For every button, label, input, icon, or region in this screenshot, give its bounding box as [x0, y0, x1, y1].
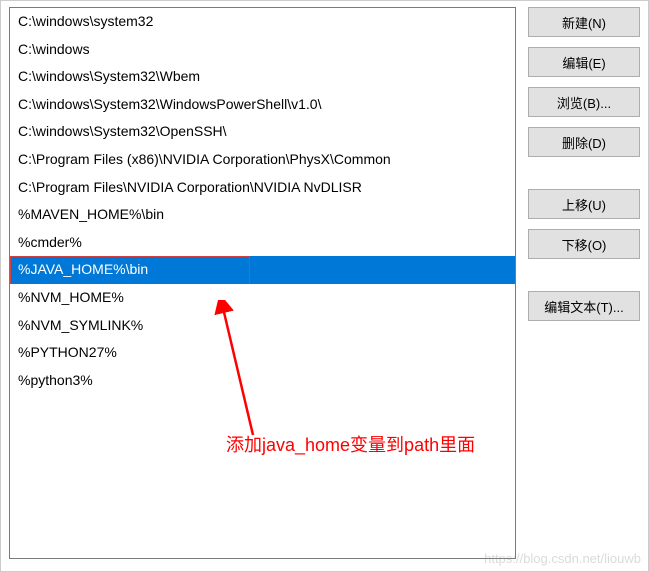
list-item[interactable]: C:\windows	[10, 36, 515, 64]
button-label: 上移(U)	[562, 198, 606, 213]
list-item[interactable]: %PYTHON27%	[10, 339, 515, 367]
button-label: 浏览(B)...	[557, 96, 611, 111]
button-column: 新建(N) 编辑(E) 浏览(B)... 删除(D) 上移(U) 下移(O) 编…	[528, 7, 640, 565]
list-item-selected[interactable]: %JAVA_HOME%\bin	[10, 256, 515, 284]
button-label: 下移(O)	[562, 238, 607, 253]
moveup-button[interactable]: 上移(U)	[528, 189, 640, 219]
new-button[interactable]: 新建(N)	[528, 7, 640, 37]
button-label: 编辑文本(T)...	[544, 300, 623, 315]
delete-button[interactable]: 删除(D)	[528, 127, 640, 157]
movedown-button[interactable]: 下移(O)	[528, 229, 640, 259]
list-item[interactable]: C:\windows\System32\Wbem	[10, 63, 515, 91]
path-listbox[interactable]: C:\windows\system32 C:\windows C:\window…	[9, 7, 516, 559]
list-item[interactable]: %NVM_HOME%	[10, 284, 515, 312]
list-item[interactable]: C:\windows\System32\WindowsPowerShell\v1…	[10, 91, 515, 119]
dialog-content: C:\windows\system32 C:\windows C:\window…	[0, 0, 649, 572]
list-item[interactable]: %cmder%	[10, 229, 515, 257]
edit-button[interactable]: 编辑(E)	[528, 47, 640, 77]
browse-button[interactable]: 浏览(B)...	[528, 87, 640, 117]
button-label: 新建(N)	[562, 16, 606, 31]
list-item[interactable]: C:\windows\System32\OpenSSH\	[10, 118, 515, 146]
list-item[interactable]: %python3%	[10, 367, 515, 395]
list-item[interactable]: C:\Program Files (x86)\NVIDIA Corporatio…	[10, 146, 515, 174]
list-item[interactable]: %NVM_SYMLINK%	[10, 312, 515, 340]
edittext-button[interactable]: 编辑文本(T)...	[528, 291, 640, 321]
list-item[interactable]: C:\Program Files\NVIDIA Corporation\NVID…	[10, 174, 515, 202]
button-label: 删除(D)	[562, 136, 606, 151]
list-item[interactable]: %MAVEN_HOME%\bin	[10, 201, 515, 229]
button-label: 编辑(E)	[562, 56, 605, 71]
list-item[interactable]: C:\windows\system32	[10, 8, 515, 36]
